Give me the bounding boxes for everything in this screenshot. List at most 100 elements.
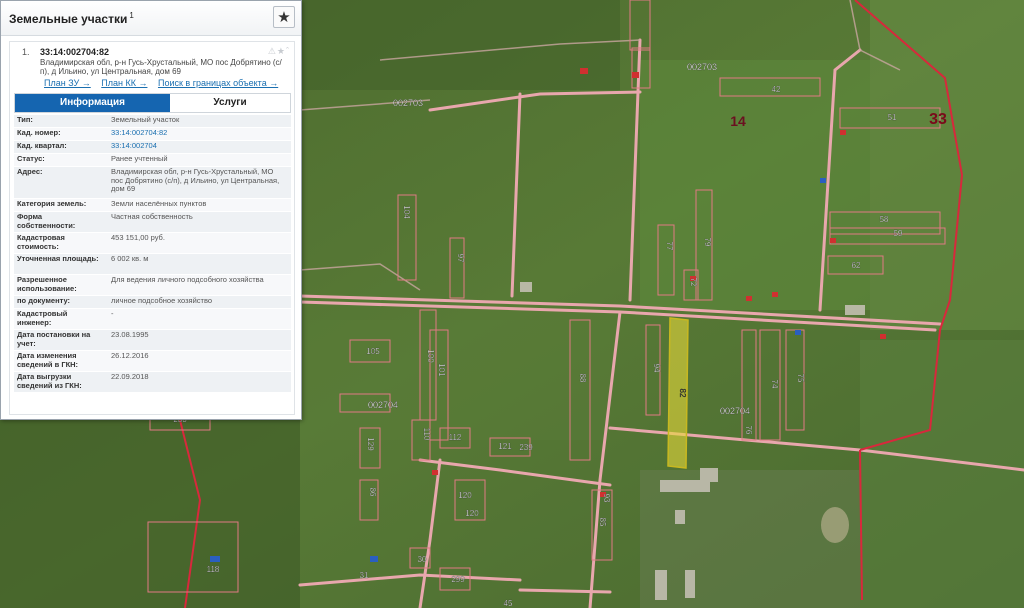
warning-icon[interactable]: ⚠ (268, 46, 277, 56)
info-row-value: Частная собственность (111, 212, 193, 221)
star-outline-icon[interactable]: ★ (277, 46, 286, 56)
land-plots-panel: Земельные участки 1 ★ 1. 33:14:002704:82 … (0, 0, 302, 420)
info-row: Категория земель: Земли населённых пункто… (14, 199, 291, 212)
panel-title-text: Земельные участки (9, 12, 128, 26)
map-label-p94: 94 (652, 364, 661, 373)
panel-header: Земельные участки 1 ★ (1, 1, 301, 36)
map-label-p79: 79 (703, 238, 712, 247)
map-label-p120a: 120 (458, 491, 472, 500)
map-label-p118: 118 (207, 565, 220, 574)
info-row-label: Кадастровая стоимость: (17, 233, 65, 251)
info-row-label: Дата изменения сведений в ГКН: (17, 351, 79, 369)
collapse-icon[interactable]: ˆ (286, 46, 290, 56)
info-row: Кадастровый инженер: - (14, 309, 291, 330)
map-label-p76: 76 (744, 426, 753, 435)
info-row-value: 22.09.2018 (111, 372, 149, 381)
map-label-p104: 104 (402, 205, 411, 219)
result-item: 1. 33:14:002704:82 ⚠★ˆ Владимирская обл,… (9, 41, 295, 415)
result-address: Владимирская обл, р-н Гусь-Хрустальный, … (40, 58, 282, 76)
map-label-p299: 299 (451, 575, 465, 584)
map-label-p85: 85 (598, 518, 607, 527)
info-row-value[interactable]: 33:14:002704:82 (111, 128, 286, 138)
map-label-p58: 58 (880, 215, 889, 224)
info-table: Тип: Земельный участок Кад. номер: 33:14:00… (14, 115, 291, 393)
info-row-value: Для ведения личного подсобного хозяйства (111, 275, 264, 284)
info-row: по документу: личное подсобное хозяйство (14, 296, 291, 309)
result-cad-number[interactable]: 33:14:002704:82 (40, 47, 109, 57)
map-label-p129: 129 (366, 437, 375, 451)
info-row-value[interactable]: 33:14:002704 (111, 141, 286, 151)
info-row-label: Разрешенное использование: (17, 275, 77, 293)
star-icon: ★ (277, 9, 291, 26)
map-label-p105: 105 (366, 347, 380, 356)
map-label-p59: 59 (894, 229, 903, 238)
info-row-label: Кад. номер: (17, 128, 61, 137)
plan-zu-link[interactable]: План ЗУ → (44, 78, 91, 88)
info-row: Форма собственности: Частная собственност… (14, 212, 291, 233)
map-label-p51: 51 (888, 113, 897, 122)
info-row-label: Форма собственности: (17, 212, 76, 230)
map-label-p101: 101 (437, 363, 446, 377)
info-row: Адрес: Владимирская обл, р-н Гусь-Хрустал… (14, 167, 291, 199)
map-label-p75: 75 (796, 374, 805, 383)
favorite-button[interactable]: ★ (273, 6, 295, 28)
info-row-value: Земли населённых пунктов (111, 199, 207, 208)
info-row-label: Дата выгрузки сведений из ГКН: (17, 372, 82, 390)
result-count: 1 (129, 11, 134, 20)
search-in-bounds-link[interactable]: Поиск в границах объекта → (158, 78, 278, 88)
map-label-q3: 002704 (368, 400, 398, 410)
info-row: Дата выгрузки сведений из ГКН: 22.09.2018 (14, 372, 291, 393)
map-label-district33: 33 (929, 111, 947, 128)
tab-services[interactable]: Услуги (170, 94, 290, 112)
map-label-p121: 121 (498, 442, 512, 451)
info-row-value: - (111, 309, 114, 318)
info-row-label: Кад. квартал: (17, 141, 67, 150)
map-label-p31: 31 (360, 571, 369, 580)
map-label-p30: 30 (418, 555, 427, 564)
result-number: 1. (22, 47, 30, 57)
map-label-p93: 93 (602, 494, 611, 503)
info-row-value: личное подсобное хозяйство (111, 296, 213, 305)
info-row-value: 453 151,00 руб. (111, 233, 165, 242)
info-row: Статус: Ранее учтенный (14, 154, 291, 167)
info-row: Тип: Земельный участок (14, 115, 291, 128)
info-row-label: Кадастровый инженер: (17, 309, 68, 327)
map-label-p42: 42 (772, 85, 781, 94)
plan-kk-link[interactable]: План КК → (101, 78, 147, 88)
info-row-label: Адрес: (17, 167, 43, 176)
info-row: Дата постановки на учет: 23.08.1995 (14, 330, 291, 351)
map-label-p88: 88 (578, 374, 587, 383)
map-label-p239: 239 (519, 443, 533, 452)
info-row-label: Категория земель: (17, 199, 87, 208)
result-action-icons[interactable]: ⚠★ˆ (268, 46, 290, 57)
map-label-p77: 77 (665, 242, 674, 251)
map-label-p45: 45 (504, 599, 513, 608)
info-row: Уточненная площадь: 6 002 кв. м (14, 254, 291, 275)
map-label-q2: 002703 (393, 98, 423, 108)
map-label-q4: 002704 (720, 406, 750, 416)
info-row-value: 23.08.1995 (111, 330, 149, 339)
map-label-p62: 62 (852, 261, 861, 270)
tab-info[interactable]: Информация (15, 94, 170, 112)
map-label-p86: 86 (368, 488, 377, 497)
result-links: План ЗУ → План КК → Поиск в границах объ… (44, 78, 286, 88)
map-label-p120b: 120 (465, 509, 479, 518)
map-label-district14: 14 (730, 113, 746, 129)
info-row: Разрешенное использование: Для ведения ли… (14, 275, 291, 296)
info-row: Дата изменения сведений в ГКН: 26.12.2016 (14, 351, 291, 372)
info-row-value: Ранее учтенный (111, 154, 168, 163)
map-label-p97: 97 (456, 254, 465, 263)
info-row-value: Земельный участок (111, 115, 180, 124)
map-label-p74: 74 (770, 380, 779, 389)
map-label-p112: 112 (449, 433, 462, 442)
info-row: Кад. квартал: 33:14:002704 (14, 141, 291, 154)
map-label-p110: 110 (422, 428, 431, 441)
info-row-value: 26.12.2016 (111, 351, 149, 360)
result-tabs: Информация Услуги (14, 93, 291, 113)
map-label-p72: 72 (689, 278, 698, 287)
panel-title: Земельные участки 1 (9, 11, 134, 26)
map-label-p82: 82 (678, 389, 687, 398)
info-row-label: Дата постановки на учет: (17, 330, 91, 348)
map-label-p100: 100 (426, 349, 435, 363)
info-row-label: Уточненная площадь: (17, 254, 99, 263)
